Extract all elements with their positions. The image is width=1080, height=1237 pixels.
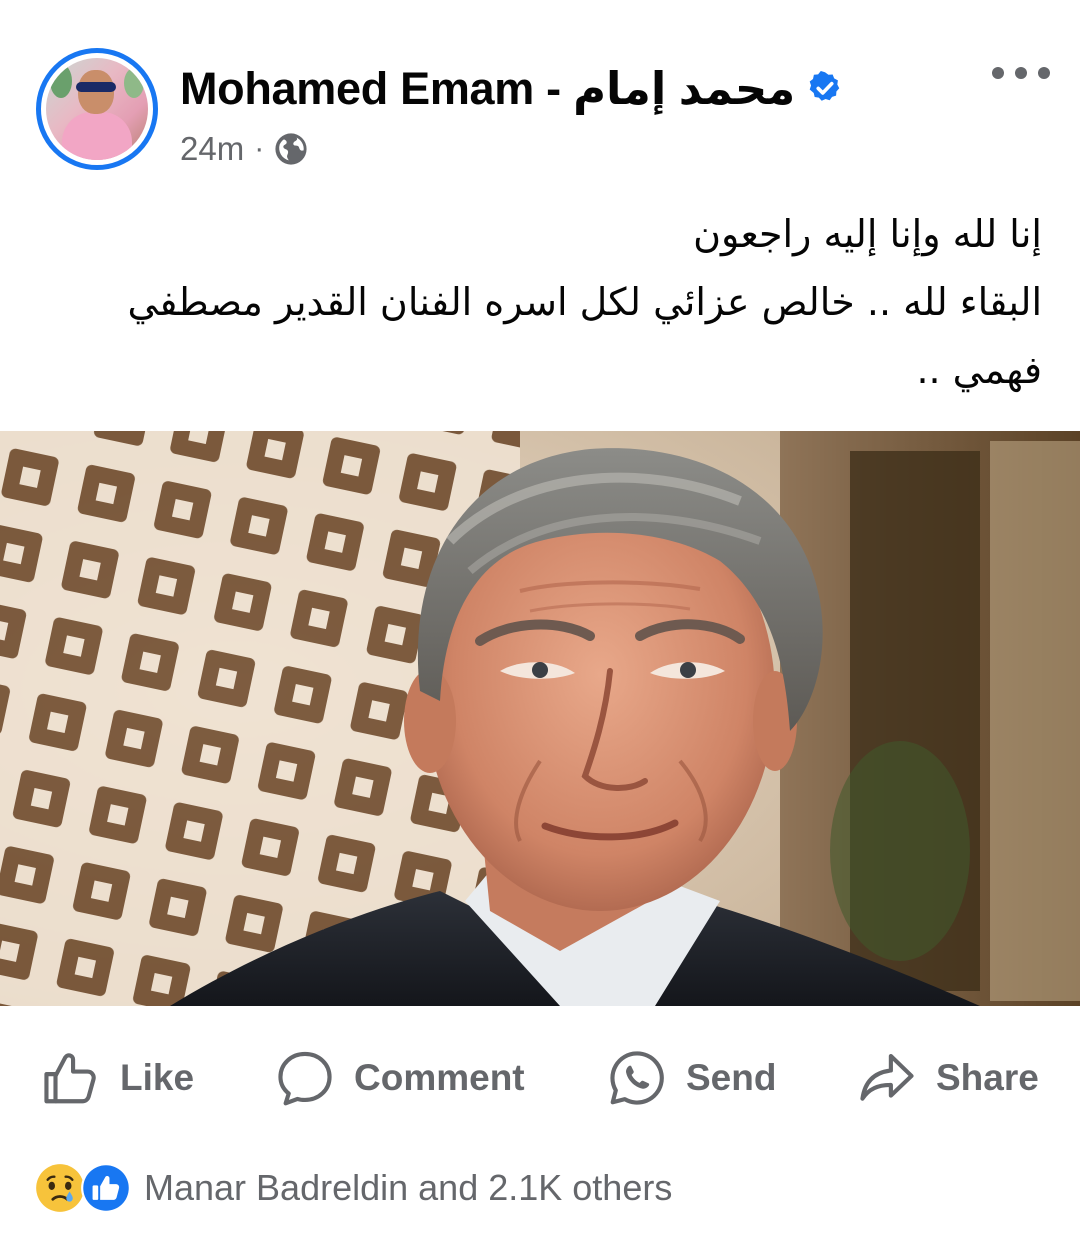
more-options-icon[interactable] — [992, 62, 1050, 84]
comment-label: Comment — [354, 1057, 525, 1098]
verified-badge-icon — [809, 71, 840, 101]
like-button[interactable]: Like — [40, 1040, 194, 1116]
thumbs-up-icon — [44, 1053, 96, 1104]
reactions-text: Manar Badreldin and 2.1K others — [144, 1167, 673, 1208]
send-label: Send — [686, 1057, 777, 1098]
post-actions: Like Comment Send Share — [0, 1040, 1080, 1116]
post-photo[interactable] — [0, 431, 1080, 1006]
meta-separator: · — [254, 132, 265, 165]
reactions-summary[interactable]: Manar Badreldin and 2.1K others — [34, 1160, 672, 1216]
share-arrow-icon — [860, 1053, 914, 1101]
comment-button[interactable]: Comment — [274, 1040, 525, 1116]
profile-photo — [46, 58, 148, 160]
send-button[interactable]: Send — [606, 1040, 776, 1116]
avatar[interactable] — [36, 48, 158, 170]
sad-reaction-icon — [36, 1164, 84, 1212]
share-label: Share — [936, 1057, 1039, 1098]
like-label: Like — [120, 1057, 195, 1098]
post-header: Mohamed Emam - محمد إمام 24m · — [0, 0, 1080, 190]
author-row: Mohamed Emam - محمد إمام — [180, 58, 843, 118]
comment-bubble-icon — [278, 1051, 332, 1106]
globe-icon[interactable] — [274, 132, 308, 166]
post-text-line: البقاء لله .. خالص عزائي لكل اسره الفنان… — [127, 280, 1042, 392]
post-text-line: إنا لله وإنا إليه راجعون — [693, 212, 1042, 256]
post-text: إنا لله وإنا إليه راجعون البقاء لله .. خ… — [60, 200, 1042, 404]
reaction-icons — [34, 1162, 132, 1214]
share-button[interactable]: Share — [856, 1040, 1039, 1116]
post-timestamp[interactable]: 24m — [180, 130, 244, 168]
like-reaction-icon — [81, 1163, 131, 1213]
portrait-image — [0, 431, 1080, 1006]
whatsapp-icon — [610, 1051, 664, 1105]
post-meta: 24m · — [180, 128, 308, 170]
author-name[interactable]: Mohamed Emam - محمد إمام — [180, 62, 796, 115]
